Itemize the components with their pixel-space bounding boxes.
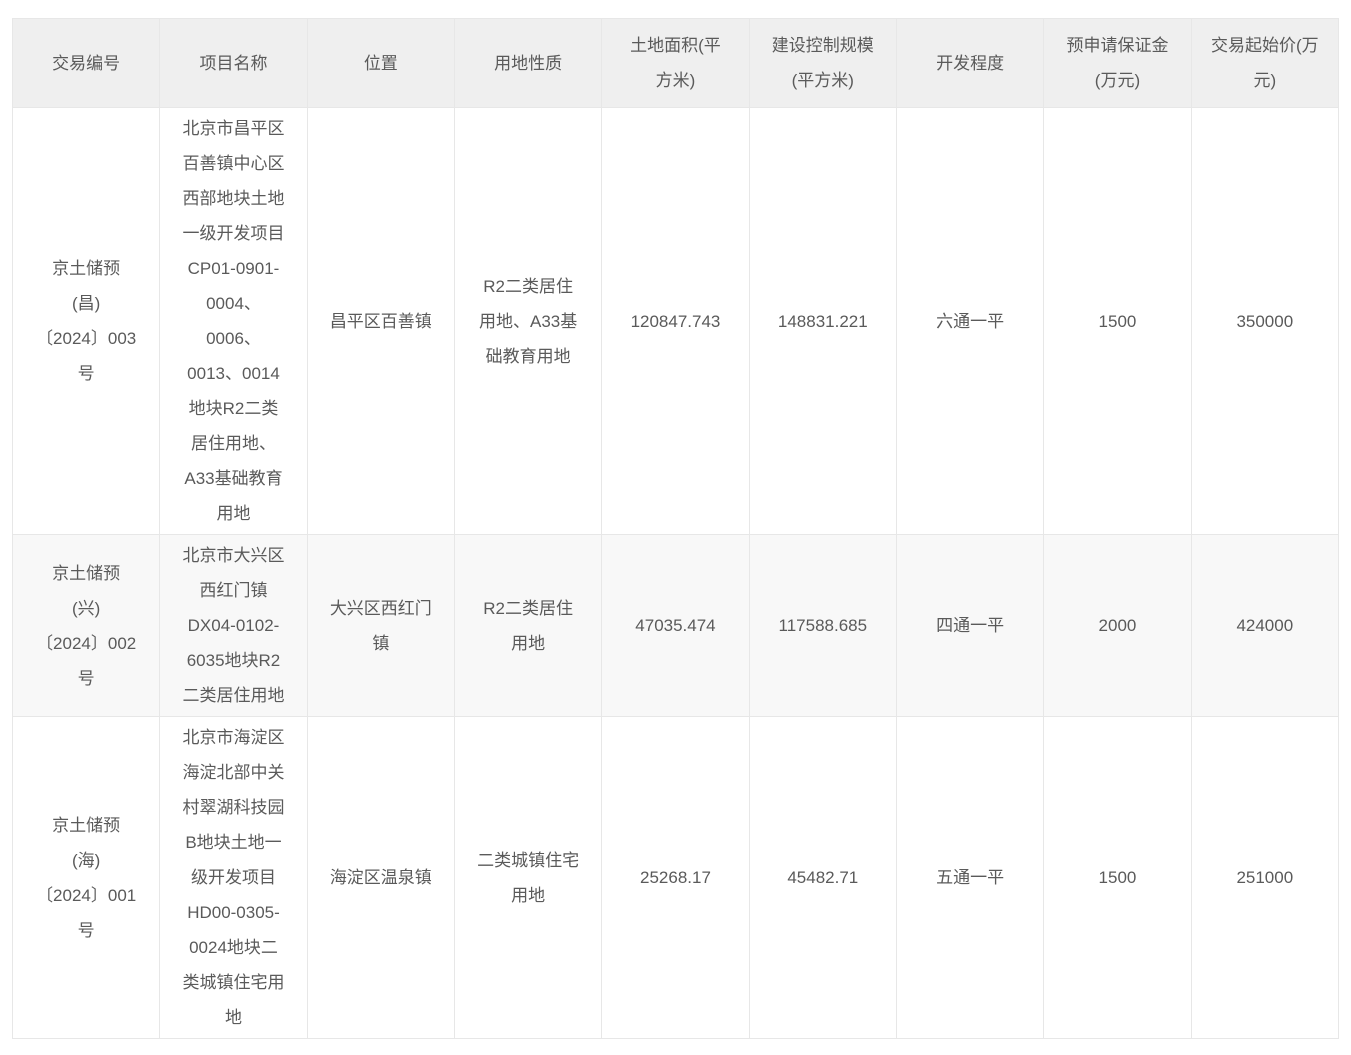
cell-starting-price: 350000 bbox=[1190, 107, 1340, 535]
table-header: 交易编号 项目名称 位置 用地性质 土地面积(平 方米) 建设控制规模 (平方米… bbox=[11, 18, 1340, 108]
table-row: 京土储预 (兴) 〔2024〕002 号 北京市大兴区 西红门镇 DX04-01… bbox=[11, 534, 1340, 717]
cell-location: 昌平区百善镇 bbox=[306, 107, 455, 535]
cell-construction-scale: 117588.685 bbox=[748, 534, 897, 717]
column-header-land-area: 土地面积(平 方米) bbox=[601, 18, 750, 108]
project-name-link[interactable]: 北京市海淀区 海淀北部中关 村翠湖科技园 B地块土地一 级开发项目 HD00-0… bbox=[159, 716, 308, 1039]
column-header-project-name: 项目名称 bbox=[159, 18, 308, 108]
cell-development-degree: 五通一平 bbox=[895, 716, 1045, 1039]
cell-location: 大兴区西红门 镇 bbox=[306, 534, 455, 717]
cell-transaction-no: 京土储预 (昌) 〔2024〕003 号 bbox=[11, 107, 161, 535]
table-row: 京土储预 (昌) 〔2024〕003 号 北京市昌平区 百善镇中心区 西部地块土… bbox=[11, 107, 1340, 535]
cell-deposit: 1500 bbox=[1043, 107, 1192, 535]
cell-land-use: R2二类居住 用地、A33基 础教育用地 bbox=[453, 107, 603, 535]
cell-development-degree: 四通一平 bbox=[895, 534, 1045, 717]
table-body: 京土储预 (昌) 〔2024〕003 号 北京市昌平区 百善镇中心区 西部地块土… bbox=[11, 107, 1340, 1039]
cell-starting-price: 424000 bbox=[1190, 534, 1340, 717]
cell-transaction-no: 京土储预 (兴) 〔2024〕002 号 bbox=[11, 534, 161, 717]
column-header-location: 位置 bbox=[306, 18, 455, 108]
cell-construction-scale: 148831.221 bbox=[748, 107, 897, 535]
cell-land-area: 47035.474 bbox=[601, 534, 750, 717]
cell-construction-scale: 45482.71 bbox=[748, 716, 897, 1039]
table-row: 京土储预 (海) 〔2024〕001 号 北京市海淀区 海淀北部中关 村翠湖科技… bbox=[11, 716, 1340, 1039]
cell-land-use: R2二类居住 用地 bbox=[453, 534, 603, 717]
column-header-starting-price: 交易起始价(万 元) bbox=[1190, 18, 1340, 108]
cell-land-use: 二类城镇住宅 用地 bbox=[453, 716, 603, 1039]
cell-land-area: 120847.743 bbox=[601, 107, 750, 535]
column-header-deposit: 预申请保证金 (万元) bbox=[1043, 18, 1192, 108]
cell-land-area: 25268.17 bbox=[601, 716, 750, 1039]
cell-starting-price: 251000 bbox=[1190, 716, 1340, 1039]
header-row: 交易编号 项目名称 位置 用地性质 土地面积(平 方米) 建设控制规模 (平方米… bbox=[11, 18, 1340, 108]
column-header-construction-scale: 建设控制规模 (平方米) bbox=[748, 18, 897, 108]
column-header-land-use: 用地性质 bbox=[453, 18, 603, 108]
column-header-development-degree: 开发程度 bbox=[895, 18, 1045, 108]
column-header-transaction-no: 交易编号 bbox=[11, 18, 161, 108]
land-transactions-table: 交易编号 项目名称 位置 用地性质 土地面积(平 方米) 建设控制规模 (平方米… bbox=[11, 18, 1340, 1039]
project-name-link[interactable]: 北京市昌平区 百善镇中心区 西部地块土地 一级开发项目 CP01-0901- 0… bbox=[159, 107, 308, 535]
cell-deposit: 1500 bbox=[1043, 716, 1192, 1039]
cell-development-degree: 六通一平 bbox=[895, 107, 1045, 535]
cell-transaction-no: 京土储预 (海) 〔2024〕001 号 bbox=[11, 716, 161, 1039]
project-name-link[interactable]: 北京市大兴区 西红门镇 DX04-0102- 6035地块R2 二类居住用地 bbox=[159, 534, 308, 717]
cell-location: 海淀区温泉镇 bbox=[306, 716, 455, 1039]
cell-deposit: 2000 bbox=[1043, 534, 1192, 717]
